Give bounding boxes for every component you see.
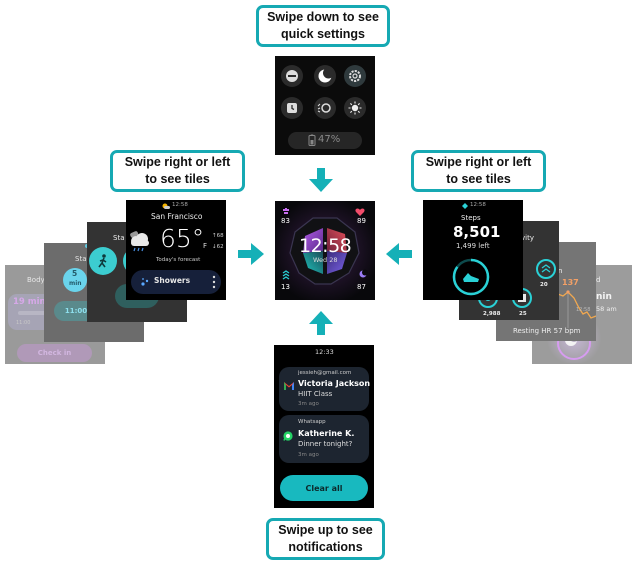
weather-unit: F	[203, 242, 208, 250]
weather-low: ↓62	[212, 244, 224, 250]
steps-time: 12:58	[470, 202, 486, 208]
clock-time: 12:58	[299, 235, 352, 257]
quick-settings-screen: 47%	[275, 56, 375, 155]
arrow-up-icon	[309, 311, 333, 335]
arrow-left-icon	[386, 243, 412, 265]
whatsapp-icon	[283, 431, 293, 441]
minutes-value: 5	[72, 269, 78, 278]
sleep-mode-icon[interactable]	[314, 65, 336, 87]
minutes-label: min	[69, 280, 82, 287]
callout-quick-settings-text: Swipe down to see quick settings	[267, 10, 379, 41]
notifications-time: 12:33	[315, 348, 334, 356]
rain-drops-icon	[141, 278, 149, 286]
notification-title: Katherine K.	[298, 429, 355, 438]
notification-title: Victoria Jackson	[298, 379, 371, 388]
walk-button[interactable]	[89, 247, 117, 275]
weather-temp: 65°	[160, 224, 205, 253]
clear-all-button[interactable]: Clear all	[280, 475, 368, 501]
weather-city: San Francisco	[151, 212, 203, 221]
steps-progress-ring	[452, 258, 490, 296]
steps-left: 1,499 left	[456, 242, 490, 250]
gmail-icon	[284, 382, 294, 390]
arrow-right-icon	[238, 243, 264, 265]
weather-low-value: 62	[216, 244, 224, 250]
callout-notifications: Swipe up to see notifications	[266, 518, 385, 560]
notification-age: 3m ago	[298, 452, 319, 458]
steps-value: 8,501	[453, 223, 501, 241]
weather-status-icon	[162, 203, 170, 209]
callout-tiles-left: Swipe right or left to see tiles	[110, 150, 245, 192]
stat-bottom-left: 13	[281, 283, 290, 291]
activity-active: 25	[519, 311, 527, 317]
callout-tiles-right-text: Swipe right or left to see tiles	[425, 155, 532, 186]
weather-time: 12:58	[172, 202, 188, 208]
stat-bottom-right: 87	[357, 283, 366, 291]
check-in-label: Check in	[37, 349, 72, 357]
activity-distance: 2,988	[483, 311, 501, 317]
weather-high: ↑68	[212, 233, 224, 239]
notification-source: jessieh@gmail.com	[298, 370, 352, 376]
clock-face-screen[interactable]: 12:58 Wed 28 83 89 13 87	[275, 201, 375, 300]
tile-body-time: 11:00	[16, 320, 31, 326]
walk-icon	[98, 254, 107, 268]
always-on-display-icon[interactable]	[281, 97, 303, 119]
clear-all-label: Clear all	[305, 483, 343, 493]
callout-tiles-left-text: Swipe right or left to see tiles	[124, 155, 231, 186]
settings-icon[interactable]	[344, 65, 366, 87]
tile-steps[interactable]: 12:58 Steps 8,501 1,499 left	[423, 200, 523, 300]
arrow-down-icon	[309, 168, 333, 192]
notification-age: 3m ago	[298, 401, 319, 407]
notification-source: Whatsapp	[298, 419, 326, 425]
steps-title: Steps	[461, 214, 481, 222]
water-lock-icon[interactable]	[314, 97, 336, 119]
steps-status-icon	[462, 203, 468, 209]
hr-resting: Resting HR 57 bpm	[513, 327, 581, 335]
do-not-disturb-icon[interactable]	[281, 65, 303, 87]
stat-top-left: 83	[281, 217, 290, 225]
tile-sleep-title: d	[596, 276, 601, 284]
tile-body-value: 19 min	[13, 297, 46, 307]
tile-body-title: Body	[27, 276, 45, 284]
showers-label: Showers	[154, 276, 191, 285]
check-in-button[interactable]: Check in	[17, 344, 92, 362]
floors-ring-icon	[536, 259, 556, 279]
notification-card[interactable]: jessieh@gmail.com Victoria Jackson HIIT …	[279, 367, 371, 411]
hr-peak: 137	[562, 278, 579, 287]
activity-floors: 20	[540, 282, 548, 288]
notification-body: Dinner tonight?	[298, 440, 353, 448]
clock-date: Wed 28	[313, 256, 338, 264]
brightness-icon[interactable]	[344, 97, 366, 119]
time-chip-label: 11:00	[64, 307, 88, 315]
callout-notifications-text: Swipe up to see notifications	[278, 523, 373, 554]
callout-tiles-right: Swipe right or left to see tiles	[411, 150, 546, 192]
tile-sleep-time: 58 am	[596, 305, 617, 313]
weather-high-value: 68	[216, 233, 224, 239]
notifications-screen: 12:33 jessieh@gmail.com Victoria Jackson…	[274, 345, 374, 508]
hr-time: 12:58	[576, 307, 591, 313]
tile-stand-timer-title: Sta	[75, 255, 87, 263]
notification-card[interactable]: Whatsapp Katherine K. Dinner tonight? 3m…	[279, 415, 369, 463]
callout-quick-settings: Swipe down to see quick settings	[256, 5, 390, 47]
tile-stand-title: Sta	[113, 234, 125, 242]
weather-forecast-label: Today's forecast	[156, 257, 201, 263]
tile-weather[interactable]: 12:58 San Francisco 65° F ↑68 ↓62 Today'…	[126, 200, 226, 300]
rain-cloud-icon	[130, 231, 149, 252]
tile-sleep-value: nin	[596, 292, 612, 302]
shoe-icon	[463, 273, 479, 282]
stat-top-right: 89	[357, 217, 366, 225]
more-options-icon[interactable]	[212, 275, 216, 289]
showers-chip[interactable]: Showers	[131, 270, 221, 294]
notification-body: HIIT Class	[298, 390, 333, 398]
battery-percent: 47%	[318, 134, 341, 145]
